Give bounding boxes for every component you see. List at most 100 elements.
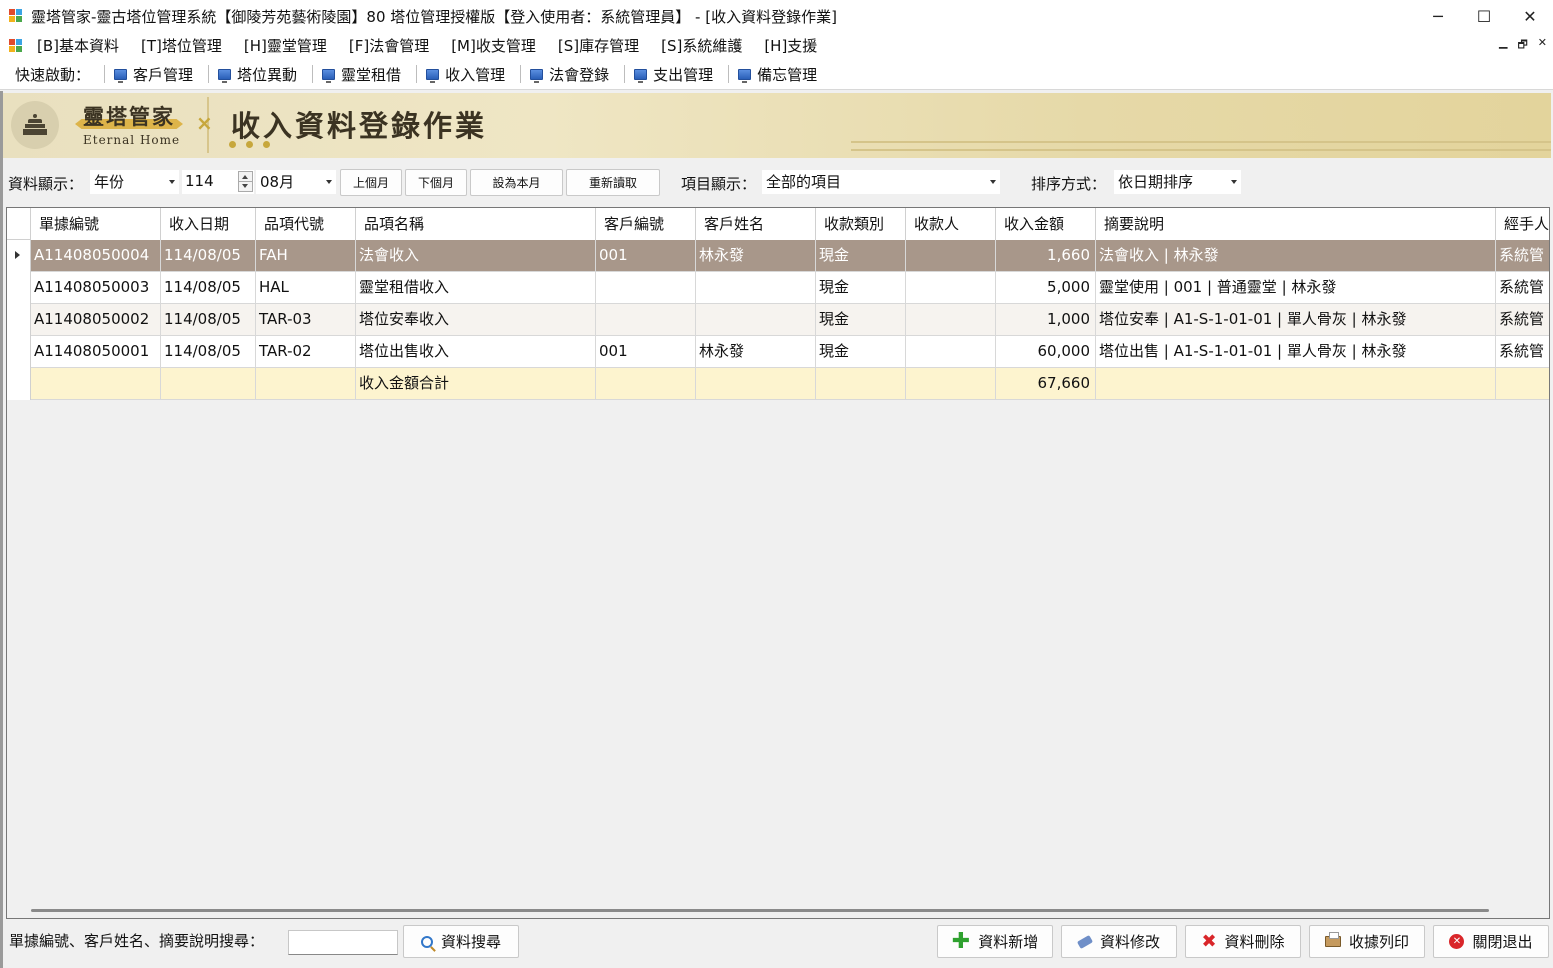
cell-customer-no[interactable] — [596, 304, 696, 335]
cell-customer-name[interactable] — [696, 272, 816, 303]
cell-handler[interactable]: 系統管 — [1496, 240, 1549, 271]
row-selector[interactable] — [7, 240, 31, 272]
next-month-button[interactable]: 下個月 — [405, 169, 467, 196]
cell-summary[interactable]: 塔位出售 | A1-S-1-01-01 | 單人骨灰 | 林永發 — [1096, 336, 1496, 367]
table-row[interactable]: A11408050002 114/08/05 TAR-03 塔位安奉收入 現金 … — [7, 304, 1549, 336]
cell-amount[interactable]: 60,000 — [996, 336, 1096, 367]
cell-payment-type[interactable]: 現金 — [816, 304, 906, 335]
cell-income-date[interactable]: 114/08/05 — [161, 336, 256, 367]
menu-support[interactable]: [H]支援 — [764, 35, 817, 56]
set-current-month-button[interactable]: 設為本月 — [470, 169, 563, 196]
cell-customer-name[interactable]: 林永發 — [696, 240, 816, 271]
close-exit-button[interactable]: ✕ 關閉退出 — [1433, 925, 1549, 958]
table-row[interactable]: A11408050003 114/08/05 HAL 靈堂租借收入 現金 5,0… — [7, 272, 1549, 304]
search-button[interactable]: 資料搜尋 — [403, 925, 519, 958]
add-record-button[interactable]: ✚ 資料新增 — [937, 925, 1053, 958]
cell-handler[interactable]: 系統管 — [1496, 336, 1549, 367]
edit-record-button[interactable]: 資料修改 — [1061, 925, 1177, 958]
sort-select[interactable]: 依日期排序 — [1114, 170, 1241, 194]
cell-customer-name[interactable] — [696, 304, 816, 335]
column-header-amount[interactable]: 收入金額 — [996, 208, 1096, 240]
cell-amount[interactable]: 1,660 — [996, 240, 1096, 271]
cell-income-date[interactable]: 114/08/05 — [161, 304, 256, 335]
cell-income-date[interactable]: 114/08/05 — [161, 240, 256, 271]
cell-summary[interactable]: 塔位安奉 | A1-S-1-01-01 | 單人骨灰 | 林永發 — [1096, 304, 1496, 335]
cell-item-code[interactable]: TAR-03 — [256, 304, 356, 335]
delete-record-button[interactable]: ✖ 資料刪除 — [1185, 925, 1301, 958]
cell-item-code[interactable]: HAL — [256, 272, 356, 303]
cell-item-name[interactable]: 塔位安奉收入 — [356, 304, 596, 335]
cell-payee[interactable] — [906, 336, 996, 367]
row-selector[interactable] — [7, 336, 31, 368]
mdi-minimize-button[interactable]: ▁ — [1499, 36, 1507, 55]
cell-receipt-no[interactable]: A11408050001 — [31, 336, 161, 367]
income-data-grid[interactable]: 單據編號 收入日期 品項代號 品項名稱 客戶編號 客戶姓名 收款類別 收款人 收… — [6, 207, 1550, 919]
cell-receipt-no[interactable]: A11408050003 — [31, 272, 161, 303]
cell-item-name[interactable]: 塔位出售收入 — [356, 336, 596, 367]
cell-receipt-no[interactable]: A11408050004 — [31, 240, 161, 271]
column-header-item-name[interactable]: 品項名稱 — [356, 208, 596, 240]
cell-item-code[interactable]: FAH — [256, 240, 356, 271]
cell-payee[interactable] — [906, 240, 996, 271]
cell-customer-name[interactable]: 林永發 — [696, 336, 816, 367]
mdi-close-button[interactable]: ✕ — [1538, 36, 1547, 55]
cell-item-name[interactable]: 法會收入 — [356, 240, 596, 271]
row-selector[interactable] — [7, 368, 31, 400]
menu-income-expense[interactable]: [M]收支管理 — [451, 35, 536, 56]
cell-handler[interactable]: 系統管 — [1496, 272, 1549, 303]
quick-ceremony-registration[interactable]: 法會登錄 — [527, 64, 612, 85]
cell-customer-no[interactable]: 001 — [596, 240, 696, 271]
menu-ceremony-management[interactable]: [F]法會管理 — [349, 35, 429, 56]
period-type-select[interactable]: 年份 — [90, 170, 179, 194]
cell-summary[interactable]: 法會收入 | 林永發 — [1096, 240, 1496, 271]
column-header-payee[interactable]: 收款人 — [906, 208, 996, 240]
table-row[interactable]: A11408050001 114/08/05 TAR-02 塔位出售收入 001… — [7, 336, 1549, 368]
cell-item-name[interactable]: 靈堂租借收入 — [356, 272, 596, 303]
menu-basic-data[interactable]: [B]基本資料 — [37, 35, 119, 56]
column-header-customer-name[interactable]: 客戶姓名 — [696, 208, 816, 240]
print-receipt-button[interactable]: 收據列印 — [1309, 925, 1425, 958]
quick-memo-management[interactable]: 備忘管理 — [735, 64, 820, 85]
cell-income-date[interactable]: 114/08/05 — [161, 272, 256, 303]
cell-customer-no[interactable]: 001 — [596, 336, 696, 367]
table-row[interactable]: A11408050004 114/08/05 FAH 法會收入 001 林永發 … — [7, 240, 1549, 272]
close-button[interactable]: ✕ — [1507, 0, 1553, 32]
cell-payment-type[interactable]: 現金 — [816, 336, 906, 367]
reload-button[interactable]: 重新讀取 — [566, 169, 660, 196]
month-select[interactable]: 08月 — [256, 170, 336, 194]
cell-receipt-no[interactable]: A11408050002 — [31, 304, 161, 335]
item-display-select[interactable]: 全部的項目 — [762, 170, 1000, 194]
column-header-item-code[interactable]: 品項代號 — [256, 208, 356, 240]
prev-month-button[interactable]: 上個月 — [340, 169, 402, 196]
horizontal-scrollbar[interactable] — [31, 909, 1489, 912]
column-header-handler[interactable]: 經手人 — [1496, 208, 1549, 240]
quick-customer-management[interactable]: 客戶管理 — [111, 64, 196, 85]
cell-amount[interactable]: 5,000 — [996, 272, 1096, 303]
quick-tower-change[interactable]: 塔位異動 — [215, 64, 300, 85]
menu-hall-management[interactable]: [H]靈堂管理 — [244, 35, 327, 56]
quick-income-management[interactable]: 收入管理 — [423, 64, 508, 85]
cell-payee[interactable] — [906, 304, 996, 335]
column-header-income-date[interactable]: 收入日期 — [161, 208, 256, 240]
cell-amount[interactable]: 1,000 — [996, 304, 1096, 335]
cell-payee[interactable] — [906, 272, 996, 303]
mdi-restore-button[interactable]: 🗗 — [1517, 36, 1527, 55]
row-selector[interactable] — [7, 304, 31, 336]
menu-system-maintenance[interactable]: [S]系統維護 — [661, 35, 742, 56]
mdi-app-icon[interactable] — [9, 38, 23, 53]
row-selector[interactable] — [7, 272, 31, 304]
column-header-customer-no[interactable]: 客戶編號 — [596, 208, 696, 240]
search-input[interactable] — [288, 930, 398, 955]
column-header-summary[interactable]: 摘要說明 — [1096, 208, 1496, 240]
cell-summary[interactable]: 靈堂使用 | 001 | 普通靈堂 | 林永發 — [1096, 272, 1496, 303]
menu-inventory[interactable]: [S]庫存管理 — [558, 35, 639, 56]
cell-payment-type[interactable]: 現金 — [816, 272, 906, 303]
quick-hall-rental[interactable]: 靈堂租借 — [319, 64, 404, 85]
column-header-receipt-no[interactable]: 單據編號 — [31, 208, 161, 240]
menu-tower-management[interactable]: [T]塔位管理 — [141, 35, 222, 56]
cell-item-code[interactable]: TAR-02 — [256, 336, 356, 367]
cell-customer-no[interactable] — [596, 272, 696, 303]
cell-handler[interactable]: 系統管 — [1496, 304, 1549, 335]
year-spinner[interactable]: 114 — [182, 170, 254, 194]
quick-expense-management[interactable]: 支出管理 — [631, 64, 716, 85]
